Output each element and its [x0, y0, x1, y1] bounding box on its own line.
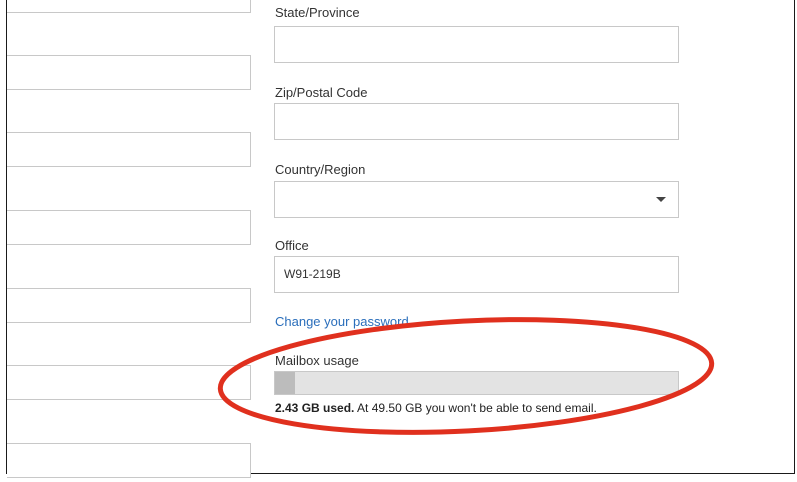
mailbox-usage-bar	[274, 371, 679, 395]
mailbox-usage-text: 2.43 GB used. At 49.50 GB you won't be a…	[275, 401, 597, 415]
left-field-1[interactable]	[7, 0, 251, 13]
left-field-5[interactable]	[7, 288, 251, 323]
mailbox-limit-text: At 49.50 GB you won't be able to send em…	[357, 401, 597, 415]
left-field-2[interactable]	[7, 55, 251, 90]
office-label: Office	[275, 238, 309, 253]
country-label: Country/Region	[275, 162, 366, 177]
country-select[interactable]	[274, 181, 679, 218]
state-label: State/Province	[275, 5, 360, 20]
left-field-3[interactable]	[7, 132, 251, 167]
change-password-link[interactable]: Change your password	[275, 314, 409, 329]
left-field-7[interactable]	[7, 443, 251, 478]
state-field[interactable]	[274, 26, 679, 63]
office-field[interactable]: W91-219B	[274, 256, 679, 293]
mailbox-usage-label: Mailbox usage	[275, 353, 359, 368]
chevron-down-icon[interactable]	[656, 197, 666, 202]
left-field-4[interactable]	[7, 210, 251, 245]
mailbox-used-text: 2.43 GB used.	[275, 401, 355, 415]
mailbox-usage-fill	[275, 372, 295, 394]
zip-label: Zip/Postal Code	[275, 85, 368, 100]
left-field-6[interactable]	[7, 365, 251, 400]
zip-field[interactable]	[274, 103, 679, 140]
